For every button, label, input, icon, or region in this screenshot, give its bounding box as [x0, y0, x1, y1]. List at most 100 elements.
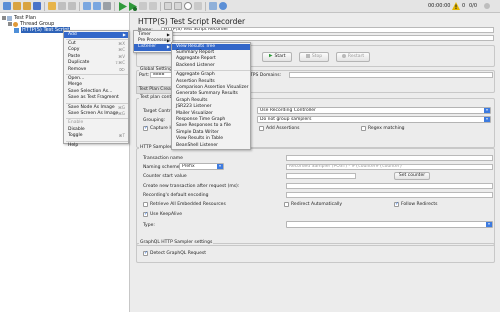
listener-item-beanshell-listener[interactable]: BeanShell Listener	[172, 143, 250, 149]
reset-search-icon[interactable]	[194, 2, 202, 10]
stop-icon[interactable]	[139, 2, 147, 10]
menu-item-label: Cut	[68, 40, 76, 46]
counter-start-input[interactable]	[286, 173, 356, 179]
graphql-settings-title: GraphQL HTTP Sampler settings	[139, 240, 214, 245]
shortcut-label: ⇧⌘G	[114, 110, 125, 116]
menu-item-label: Save as Test Fragment	[68, 95, 119, 101]
grouping-select[interactable]: Do not group samplers ▾	[257, 116, 491, 123]
menu-item-label: Backend Listener	[176, 62, 215, 68]
stop-label: Stop	[311, 54, 323, 59]
add-item-listener[interactable]: Listener ▶	[134, 44, 172, 51]
menu-item-label: Paste	[68, 53, 81, 59]
set-counter-button[interactable]: Set counter	[394, 172, 430, 180]
menu-item-add[interactable]: Add ▶	[64, 31, 128, 38]
follow-redirects-checkbox[interactable]	[394, 201, 399, 207]
naming-format-input[interactable]: Recorded Sampler (POST) - #{counter#{cou…	[286, 164, 493, 170]
test-plan-icon	[7, 15, 12, 21]
thread-group-icon	[13, 21, 18, 27]
open-icon[interactable]	[23, 2, 31, 10]
shutdown-icon[interactable]	[149, 2, 157, 10]
clear-all-icon[interactable]	[174, 2, 182, 10]
run-icon[interactable]	[118, 2, 127, 11]
menu-item-label: BeanShell Listener	[176, 142, 218, 148]
menu-item-help[interactable]: Help	[64, 143, 128, 149]
naming-scheme-label: Naming scheme	[143, 165, 180, 170]
help-icon[interactable]	[219, 2, 227, 10]
menu-item-label: Save Selection As...	[68, 88, 113, 94]
stop-button[interactable]: Stop	[299, 52, 329, 62]
detect-graphql-label: Detect GraphQL Request	[150, 251, 206, 256]
use-keepalive-checkbox[interactable]	[143, 211, 148, 217]
create-new-transaction-input[interactable]	[286, 183, 493, 189]
clear-icon[interactable]	[164, 2, 172, 10]
search-icon[interactable]	[184, 2, 192, 10]
chevron-down-icon: ▾	[486, 222, 492, 227]
capture-http-headers-checkbox[interactable]	[143, 125, 148, 131]
port-label: Port:	[139, 73, 150, 78]
restart-label: Restart	[347, 54, 365, 59]
transaction-name-input[interactable]	[286, 155, 493, 161]
regex-matching-label: Regex matching	[368, 126, 405, 131]
listener-item-backend-listener[interactable]: Backend Listener	[172, 63, 250, 69]
create-new-transaction-label: Create new transaction after request (ms…	[143, 184, 240, 189]
cut-icon[interactable]	[48, 2, 56, 10]
regex-matching-checkbox[interactable]	[361, 126, 366, 131]
expand-icon[interactable]	[83, 2, 91, 10]
toolbar-separator	[44, 2, 45, 11]
menu-item-label: Open...	[68, 75, 85, 81]
menu-item-label: Aggregate Graph	[176, 72, 215, 78]
new-plan-icon[interactable]	[3, 2, 11, 10]
menu-item-label: Response Time Graph	[176, 116, 226, 122]
submenu-arrow-icon: ▶	[166, 44, 170, 50]
menu-item-remove[interactable]: Remove ⌦	[64, 67, 128, 73]
function-helper-icon[interactable]	[209, 2, 217, 10]
menu-item-label: Summary Report	[176, 49, 215, 55]
expand-toggle-icon[interactable]	[8, 21, 12, 26]
naming-scheme-select[interactable]: Prefix ▾	[179, 163, 224, 170]
menu-item-label: Enable	[68, 120, 84, 126]
toggle-icon[interactable]	[103, 2, 111, 10]
menu-item-label: Merge	[68, 82, 83, 88]
name-input[interactable]: HTTP(S) Test Script Recorder	[161, 27, 494, 33]
default-encoding-input[interactable]	[286, 192, 493, 198]
https-domains-input[interactable]	[289, 72, 493, 78]
menu-item-label: Listener	[138, 44, 157, 50]
start-button[interactable]: Start	[262, 52, 292, 62]
type-label: Type:	[143, 223, 155, 228]
run-no-pauses-icon[interactable]	[128, 2, 137, 11]
templates-icon[interactable]	[13, 2, 21, 10]
collapse-icon[interactable]	[93, 2, 101, 10]
restart-button[interactable]: Restart	[336, 52, 370, 62]
menu-item-label: Help	[68, 142, 79, 148]
menu-item-save-screen-as-image[interactable]: Save Screen As Image ⇧⌘G	[64, 111, 128, 117]
page-title: HTTP(S) Test Script Recorder	[138, 17, 246, 26]
menu-item-label: Save Screen As Image	[68, 110, 119, 116]
detect-graphql-checkbox[interactable]	[143, 250, 148, 256]
menu-item-label: Toggle	[68, 133, 83, 139]
redirect-automatically-label: Redirect Automatically	[291, 202, 342, 207]
retrieve-embedded-checkbox[interactable]	[143, 202, 148, 207]
submenu-arrow-icon: ▶	[122, 31, 126, 37]
add-assertions-label: Add Assertions	[266, 126, 300, 131]
menu-item-label: Copy	[68, 47, 80, 53]
redirect-automatically-checkbox[interactable]	[284, 202, 289, 207]
paste-icon[interactable]	[68, 2, 76, 10]
save-icon[interactable]	[33, 2, 41, 10]
target-controller-select[interactable]: Use Recording Controller ▾	[257, 107, 491, 114]
type-select[interactable]: ▾	[286, 221, 493, 228]
comments-input[interactable]	[161, 35, 494, 41]
expand-toggle-icon[interactable]	[2, 15, 6, 20]
copy-icon[interactable]	[58, 2, 66, 10]
start-label: Start	[274, 54, 286, 59]
tab-test-plan-creation[interactable]: Test Plan Creation	[136, 86, 179, 94]
menu-item-label: JSR223 Listener	[176, 104, 212, 110]
warning-icon[interactable]	[452, 2, 460, 10]
menu-item-toggle[interactable]: Toggle ⌘T	[64, 133, 128, 139]
menu-item-save-as-test-fragment[interactable]: Save as Test Fragment	[64, 95, 128, 101]
shortcut-label: ⌦	[119, 66, 125, 72]
menu-item-label: Assertion Results	[176, 78, 215, 84]
context-menu: Add ▶ Cut ⌘X Copy ⌘C Paste ⌘V Duplicate ⇧⌘C Remove…	[63, 30, 129, 148]
menu-separator	[66, 140, 128, 142]
naming-scheme-value: Prefix	[182, 164, 195, 169]
add-assertions-checkbox[interactable]	[259, 126, 264, 131]
